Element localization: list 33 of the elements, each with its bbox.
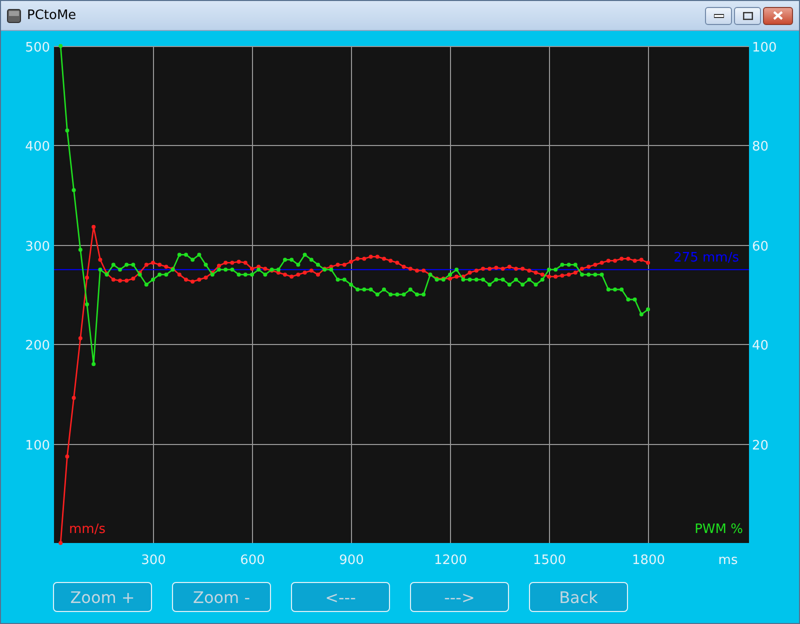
minimize-icon (714, 14, 724, 18)
minimize-button[interactable] (705, 6, 732, 24)
toolbar-button[interactable]: Zoom + (53, 582, 152, 612)
x-tick-label: 900 (339, 553, 364, 568)
toolbar-button[interactable]: ---> (410, 582, 509, 612)
target-label: 275 mm/s (674, 250, 739, 266)
x-axis-label: ms (718, 553, 738, 568)
toolbar-button[interactable]: Back (529, 582, 628, 612)
x-tick-label: 1500 (532, 553, 566, 568)
y-tick-label: 40 (752, 338, 769, 354)
y-tick-label: 80 (752, 140, 769, 154)
y-tick-label: 300 (25, 240, 50, 254)
x-tick-label: 1800 (632, 553, 666, 568)
toolbar-button[interactable]: Zoom - (172, 582, 271, 612)
y-tick-label: 20 (752, 438, 769, 454)
y-tick-label: 500 (25, 40, 50, 56)
y-tick-label: 200 (25, 338, 50, 354)
x-tick-label: 600 (240, 553, 265, 568)
series-label: mm/s (69, 522, 106, 537)
close-button[interactable] (763, 6, 793, 24)
y-tick-label: 100 (25, 438, 50, 454)
toolbar-button[interactable]: <--- (291, 582, 390, 612)
close-icon (773, 11, 783, 20)
x-tick-label: 1200 (434, 553, 468, 568)
window-title: PCtoMe (27, 8, 78, 23)
series-label: PWM % (694, 522, 743, 537)
app-icon (7, 8, 21, 22)
y-tick-label: 60 (752, 240, 769, 254)
y-tick-label: 400 (25, 140, 50, 154)
y-tick-label: 100 (752, 40, 777, 56)
x-tick-label: 300 (141, 553, 166, 568)
maximize-icon (742, 12, 752, 20)
maximize-button[interactable] (734, 6, 761, 24)
